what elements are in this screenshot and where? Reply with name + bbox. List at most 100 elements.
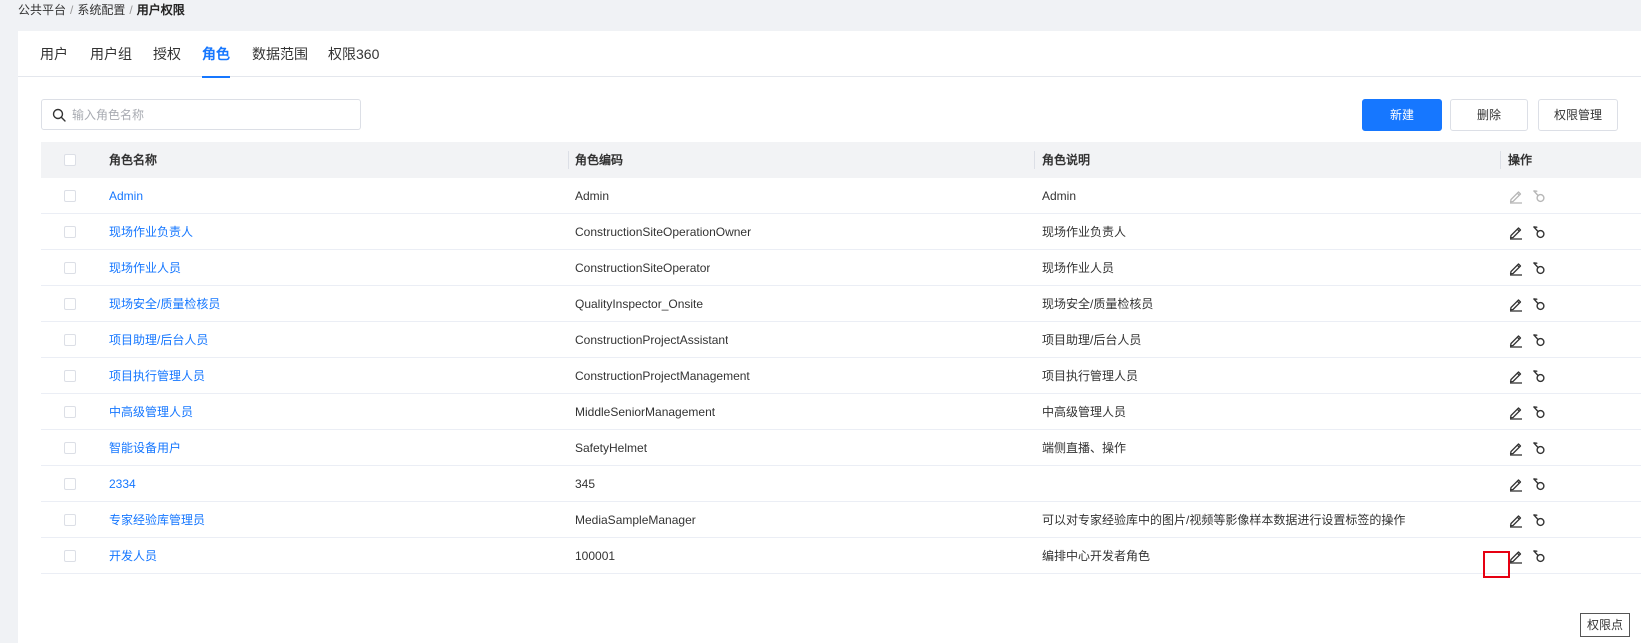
select-all-checkbox[interactable] [64, 154, 76, 166]
edit-icon[interactable] [1508, 476, 1524, 492]
tab-roles[interactable]: 角色 [202, 31, 230, 78]
main-panel: 用户 用户组 授权 角色 数据范围 权限360 新建 删除 权限管理 角色名称 … [18, 31, 1641, 643]
tab-users[interactable]: 用户 [40, 31, 68, 77]
edit-icon[interactable] [1508, 260, 1524, 276]
table-row: Admin Admin Admin [41, 178, 1641, 214]
permission-manage-button[interactable]: 权限管理 [1538, 99, 1618, 131]
role-code: QualityInspector_Onsite [575, 297, 704, 311]
role-search-box [41, 99, 361, 130]
roles-table: 角色名称 角色编码 角色说明 操作 Admin Admin Admin 现场作业负责人… [41, 142, 1641, 574]
search-icon [52, 108, 66, 122]
role-description: 端侧直播、操作 [1042, 441, 1127, 455]
column-divider[interactable] [1500, 151, 1501, 169]
role-name-link[interactable]: 中高级管理人员 [109, 394, 193, 430]
row-checkbox[interactable] [64, 334, 76, 346]
breadcrumb: 公共平台 / 系统配置 / 用户权限 [18, 2, 185, 18]
table-row: 专家经验库管理员 MediaSampleManager 可以对专家经验库中的图片/视… [41, 502, 1641, 538]
column-header-name: 角色名称 [109, 153, 158, 167]
column-divider[interactable] [1034, 151, 1035, 169]
role-name-link[interactable]: 智能设备用户 [109, 430, 181, 466]
new-role-button[interactable]: 新建 [1362, 99, 1442, 131]
edit-icon[interactable] [1508, 332, 1524, 348]
permission-point-icon[interactable] [1531, 332, 1547, 348]
row-checkbox[interactable] [64, 370, 76, 382]
edit-icon[interactable] [1508, 404, 1524, 420]
row-checkbox[interactable] [64, 406, 76, 418]
role-description: 中高级管理人员 [1042, 405, 1127, 419]
edit-icon[interactable] [1508, 368, 1524, 384]
tab-user-groups[interactable]: 用户组 [90, 31, 132, 77]
row-checkbox[interactable] [64, 190, 76, 202]
row-checkbox[interactable] [64, 262, 76, 274]
table-row: 中高级管理人员 MiddleSeniorManagement 中高级管理人员 [41, 394, 1641, 430]
role-code: MediaSampleManager [575, 513, 696, 527]
edit-icon[interactable] [1508, 224, 1524, 240]
edit-icon[interactable] [1508, 296, 1524, 312]
breadcrumb-current: 用户权限 [136, 3, 185, 17]
role-name-link[interactable]: 现场作业负责人 [109, 214, 193, 250]
table-row: 现场作业负责人 ConstructionSiteOperationOwner 现场作… [41, 214, 1641, 250]
breadcrumb-separator: / [70, 3, 74, 17]
role-code: ConstructionSiteOperationOwner [575, 225, 752, 239]
role-name-link[interactable]: 开发人员 [109, 538, 157, 574]
role-description: 编排中心开发者角色 [1042, 549, 1151, 563]
column-header-description: 角色说明 [1042, 153, 1091, 167]
table-header: 角色名称 角色编码 角色说明 操作 [41, 142, 1641, 178]
column-header-code: 角色编码 [575, 153, 624, 167]
row-checkbox[interactable] [64, 550, 76, 562]
permission-point-icon[interactable] [1531, 512, 1547, 528]
breadcrumb-item-platform[interactable]: 公共平台 [18, 3, 66, 17]
row-checkbox[interactable] [64, 226, 76, 238]
role-code: 345 [575, 477, 596, 491]
breadcrumb-item-system-config[interactable]: 系统配置 [77, 3, 125, 17]
role-name-link[interactable]: 2334 [109, 466, 136, 502]
table-row: 项目助理/后台人员 ConstructionProjectAssistant 项目助… [41, 322, 1641, 358]
role-name-link[interactable]: 现场作业人员 [109, 250, 181, 286]
column-header-actions: 操作 [1508, 153, 1533, 167]
role-description: Admin [1042, 189, 1077, 203]
column-divider[interactable] [568, 151, 569, 169]
role-name-link[interactable]: 专家经验库管理员 [109, 502, 205, 538]
role-name-link[interactable]: 现场安全/质量检核员 [109, 286, 220, 322]
role-code: ConstructionSiteOperator [575, 261, 711, 275]
role-code: MiddleSeniorManagement [575, 405, 716, 419]
permission-point-icon[interactable] [1531, 548, 1547, 564]
table-row: 现场作业人员 ConstructionSiteOperator 现场作业人员 [41, 250, 1641, 286]
edit-icon[interactable] [1508, 440, 1524, 456]
role-search-input[interactable] [72, 104, 352, 126]
tab-authorization[interactable]: 授权 [153, 31, 181, 77]
tab-data-scope[interactable]: 数据范围 [252, 31, 308, 77]
role-code: 100001 [575, 549, 616, 563]
permission-point-icon[interactable] [1531, 404, 1547, 420]
table-row: 现场安全/质量检核员 QualityInspector_Onsite 现场安全/质量… [41, 286, 1641, 322]
permission-point-icon[interactable] [1531, 440, 1547, 456]
edit-icon[interactable] [1508, 548, 1524, 564]
delete-button[interactable]: 删除 [1450, 99, 1528, 131]
row-checkbox[interactable] [64, 478, 76, 490]
tab-bar: 用户 用户组 授权 角色 数据范围 权限360 [18, 31, 1641, 78]
permission-point-icon[interactable] [1531, 260, 1547, 276]
role-description: 项目执行管理人员 [1042, 369, 1139, 383]
permission-point-icon[interactable] [1531, 224, 1547, 240]
role-code: ConstructionProjectAssistant [575, 333, 729, 347]
table-body: Admin Admin Admin 现场作业负责人 ConstructionSiteOp… [41, 178, 1641, 574]
row-checkbox[interactable] [64, 298, 76, 310]
role-description: 项目助理/后台人员 [1042, 333, 1142, 347]
highlight-box [1483, 551, 1510, 578]
role-code: ConstructionProjectManagement [575, 369, 750, 383]
permission-point-icon[interactable] [1531, 368, 1547, 384]
role-code: SafetyHelmet [575, 441, 648, 455]
role-code: Admin [575, 189, 610, 203]
row-checkbox[interactable] [64, 442, 76, 454]
table-row: 2334 345 [41, 466, 1641, 502]
edit-icon[interactable] [1508, 512, 1524, 528]
role-name-link[interactable]: Admin [109, 178, 143, 214]
role-name-link[interactable]: 项目执行管理人员 [109, 358, 205, 394]
permission-point-icon[interactable] [1531, 188, 1547, 204]
tab-permission-360[interactable]: 权限360 [328, 31, 379, 77]
permission-point-icon[interactable] [1531, 296, 1547, 312]
edit-icon[interactable] [1508, 188, 1524, 204]
row-checkbox[interactable] [64, 514, 76, 526]
role-name-link[interactable]: 项目助理/后台人员 [109, 322, 208, 358]
permission-point-icon[interactable] [1531, 476, 1547, 492]
